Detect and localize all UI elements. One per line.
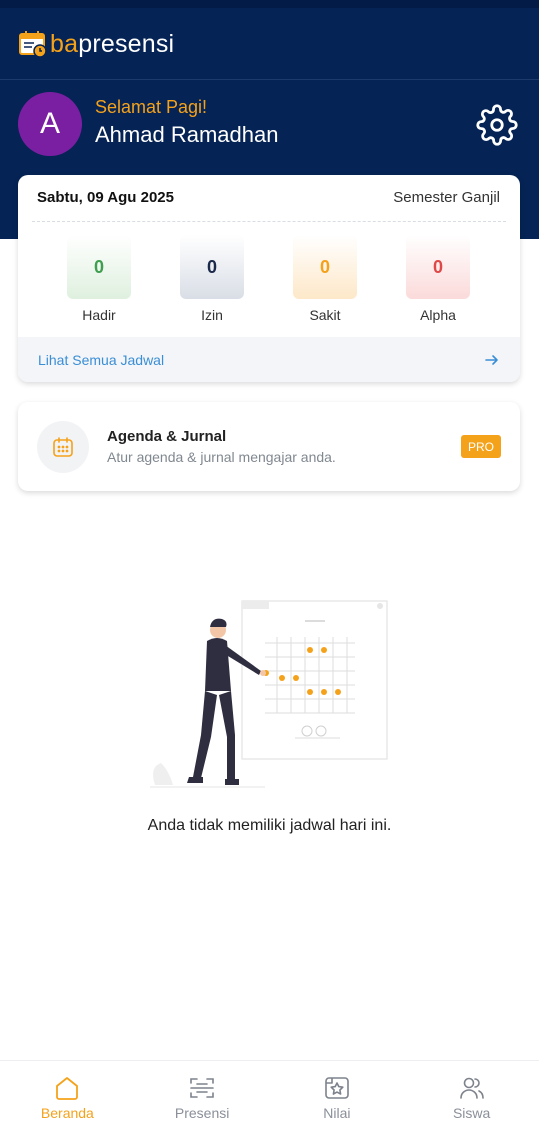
nav-label-siswa: Siswa: [452, 1105, 491, 1121]
pro-badge: PRO: [461, 435, 501, 458]
top-bar: bapresensi: [0, 8, 539, 80]
stat-izin[interactable]: 0 Izin: [167, 235, 257, 323]
stat-label: Sakit: [309, 307, 341, 323]
agenda-journal-card[interactable]: Agenda & Jurnal Atur agenda & jurnal men…: [18, 402, 520, 491]
nav-item-siswa[interactable]: Siswa: [404, 1061, 539, 1127]
home-icon: [56, 1077, 79, 1100]
stat-label: Izin: [201, 307, 223, 323]
view-all-label: Lihat Semua Jadwal: [38, 351, 165, 368]
stat-sakit[interactable]: 0 Sakit: [280, 235, 370, 323]
scan-icon: [190, 1078, 214, 1098]
stat-value-box: 0: [406, 235, 470, 299]
calendar-icon: [53, 437, 73, 457]
empty-schedule-illustration: [150, 600, 388, 788]
stat-value-box: 0: [180, 235, 244, 299]
bottom-navigation: Beranda Presensi Nilai Siswa: [0, 1060, 539, 1127]
divider: [32, 221, 506, 222]
nav-label-beranda: Beranda: [40, 1105, 94, 1121]
stat-value: 0: [319, 256, 330, 277]
agenda-title: Agenda & Jurnal: [107, 428, 227, 445]
nav-label-presensi: Presensi: [174, 1105, 230, 1121]
stat-value: 0: [93, 256, 104, 277]
app-name: bapresensi: [50, 30, 175, 58]
nav-item-beranda[interactable]: Beranda: [0, 1061, 135, 1127]
nav-item-presensi[interactable]: Presensi: [135, 1061, 270, 1127]
arrow-right-icon: [485, 354, 498, 365]
stat-value: 0: [206, 256, 217, 277]
users-icon: [459, 1077, 484, 1099]
agenda-icon-wrap: [37, 421, 89, 473]
stat-alpha[interactable]: 0 Alpha: [393, 235, 483, 323]
attendance-card: Sabtu, 09 Agu 2025 Semester Ganjil 0 Had…: [18, 175, 520, 382]
stat-value: 0: [432, 256, 443, 277]
semester-label: Semester Ganjil: [393, 189, 500, 206]
view-all-schedule-button[interactable]: Lihat Semua Jadwal: [18, 337, 520, 382]
stat-hadir[interactable]: 0 Hadir: [54, 235, 144, 323]
app-logo: bapresensi: [18, 30, 174, 58]
stat-value-box: 0: [67, 235, 131, 299]
empty-schedule-message: Anda tidak memiliki jadwal hari ini.: [147, 817, 392, 834]
status-bar: [0, 0, 539, 8]
nav-item-nilai[interactable]: Nilai: [270, 1061, 405, 1127]
stat-label: Alpha: [420, 307, 456, 323]
attendance-date: Sabtu, 09 Agu 2025: [37, 189, 174, 206]
nav-label-nilai: Nilai: [323, 1105, 351, 1121]
stat-value-box: 0: [293, 235, 357, 299]
avatar[interactable]: A: [18, 92, 82, 156]
gear-icon[interactable]: [476, 104, 518, 146]
stat-label: Hadir: [82, 307, 116, 323]
calendar-logo-icon: [19, 31, 47, 58]
user-name: Ahmad Ramadhan: [95, 122, 279, 147]
agenda-subtitle: Atur agenda & jurnal mengajar anda.: [107, 449, 336, 465]
star-tab-icon: [325, 1077, 349, 1099]
greeting-text: Selamat Pagi!: [95, 97, 208, 117]
avatar-initial: A: [39, 107, 60, 140]
